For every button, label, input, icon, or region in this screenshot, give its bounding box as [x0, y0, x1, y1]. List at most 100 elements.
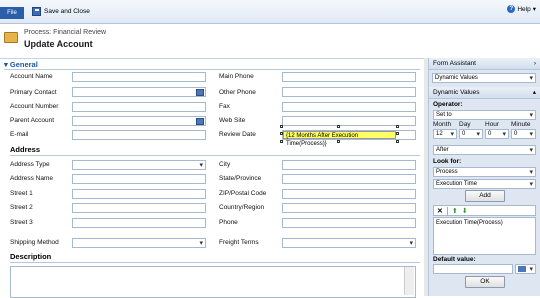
resize-handle	[280, 140, 283, 143]
save-and-close-label: Save and Close	[44, 7, 90, 15]
day-label: Day	[459, 121, 471, 128]
minute-select[interactable]: 0	[511, 129, 536, 139]
textarea-scrollbar[interactable]	[404, 267, 414, 295]
lookup-icon[interactable]	[196, 89, 204, 96]
phone-label: Phone	[219, 219, 238, 226]
street-2-input[interactable]	[72, 203, 206, 213]
address-type-label: Address Type	[10, 161, 50, 168]
shipping-method-select[interactable]	[72, 238, 206, 248]
zip-postal-code-label: ZIP/Postal Code	[219, 190, 267, 197]
fax-input[interactable]	[282, 102, 416, 112]
help-icon: ?	[507, 5, 516, 13]
address-section-title: Address	[10, 145, 41, 154]
address-type-select[interactable]	[72, 160, 206, 170]
description-section-title: Description	[10, 252, 52, 261]
look-for-entity-select[interactable]: Process	[433, 167, 536, 177]
city-input[interactable]	[282, 160, 416, 170]
operator-select[interactable]: Set to	[433, 110, 536, 120]
primary-contact-label: Primary Contact	[10, 89, 57, 96]
freight-terms-select[interactable]	[282, 238, 416, 248]
selection-frame	[280, 125, 399, 143]
save-and-close-button[interactable]: Save and Close	[32, 4, 90, 18]
resize-handle	[396, 132, 399, 135]
resize-handle	[396, 125, 399, 128]
general-section-title[interactable]: ▾ General	[4, 60, 38, 69]
other-phone-label: Other Phone	[219, 89, 256, 96]
day-select[interactable]: 0	[459, 129, 483, 139]
phone-input[interactable]	[282, 218, 416, 228]
hour-label: Hour	[485, 121, 500, 128]
minute-label: Minute	[511, 121, 531, 128]
process-label: Process: Financial Review	[24, 29, 107, 36]
help-button[interactable]: ? Help ▾	[507, 5, 536, 13]
divider	[10, 155, 420, 156]
divider	[4, 69, 420, 70]
folder-icon	[4, 32, 18, 43]
hour-select[interactable]: 0	[485, 129, 509, 139]
country-region-input[interactable]	[282, 203, 416, 213]
month-select[interactable]: 12	[433, 129, 457, 139]
account-number-label: Account Number	[10, 103, 59, 110]
value-toolbar: ✕ ⬆ ⬇	[433, 205, 536, 216]
email-label: E-mail	[10, 131, 29, 138]
after-select[interactable]: After	[433, 145, 536, 155]
dynamic-values-select[interactable]: Dynamic Values	[432, 73, 536, 83]
email-input[interactable]	[72, 130, 206, 140]
description-textarea[interactable]	[10, 266, 416, 298]
file-button[interactable]: File	[0, 7, 24, 19]
resize-handle	[396, 140, 399, 143]
operator-label: Operator:	[433, 101, 463, 108]
month-label: Month	[433, 121, 452, 128]
parent-account-lookup[interactable]	[72, 116, 206, 126]
resize-handle	[280, 132, 283, 135]
arrow-down-icon[interactable]: ⬇	[462, 207, 468, 215]
main-phone-label: Main Phone	[219, 73, 254, 80]
divider	[10, 262, 420, 263]
look-for-label: Look for:	[433, 158, 462, 165]
default-value-input[interactable]	[433, 264, 513, 274]
street-2-label: Street 2	[10, 204, 33, 211]
divider	[446, 206, 448, 215]
street-3-input[interactable]	[72, 218, 206, 228]
other-phone-input[interactable]	[282, 87, 416, 97]
arrow-up-icon[interactable]: ⬆	[452, 207, 458, 215]
default-value-picker[interactable]	[515, 264, 536, 274]
add-button[interactable]: Add	[465, 190, 505, 202]
street-1-label: Street 1	[10, 190, 33, 197]
account-name-label: Account Name	[10, 73, 53, 80]
form-assistant-header[interactable]: Form Assistant ›	[429, 58, 540, 70]
address-name-label: Address Name	[10, 175, 53, 182]
collapse-icon: ▴	[532, 89, 536, 96]
main-phone-input[interactable]	[282, 72, 416, 82]
dynamic-values-header[interactable]: Dynamic Values ▴	[429, 87, 540, 99]
account-number-input[interactable]	[72, 102, 206, 112]
lookup-icon	[518, 266, 526, 272]
primary-contact-lookup[interactable]	[72, 87, 206, 97]
resize-handle	[337, 125, 340, 128]
state-province-input[interactable]	[282, 174, 416, 184]
chevron-down-icon: ▾	[532, 6, 536, 13]
account-name-input[interactable]	[72, 72, 206, 82]
state-province-label: State/Province	[219, 175, 262, 182]
freight-terms-label: Freight Terms	[219, 239, 259, 246]
resize-handle	[280, 125, 283, 128]
street-3-label: Street 3	[10, 219, 33, 226]
ok-button[interactable]: OK	[465, 276, 505, 288]
default-value-label: Default value:	[433, 256, 476, 263]
selected-values-list[interactable]: Execution Time(Process)	[433, 217, 536, 255]
shipping-method-label: Shipping Method	[10, 239, 59, 246]
list-item[interactable]: Execution Time(Process)	[436, 220, 533, 226]
address-name-input[interactable]	[72, 174, 206, 184]
review-date-label: Review Date	[219, 131, 256, 138]
resize-handle	[337, 140, 340, 143]
zip-postal-code-input[interactable]	[282, 189, 416, 199]
parent-account-label: Parent Account	[10, 117, 55, 124]
delete-icon[interactable]: ✕	[437, 207, 443, 215]
lookup-icon[interactable]	[196, 118, 204, 125]
street-1-input[interactable]	[72, 189, 206, 199]
chevron-right-icon: ›	[533, 60, 536, 67]
country-region-label: Country/Region	[219, 204, 265, 211]
help-label: Help	[517, 5, 531, 13]
fax-label: Fax	[219, 103, 230, 110]
look-for-field-select[interactable]: Execution Time	[433, 179, 536, 189]
